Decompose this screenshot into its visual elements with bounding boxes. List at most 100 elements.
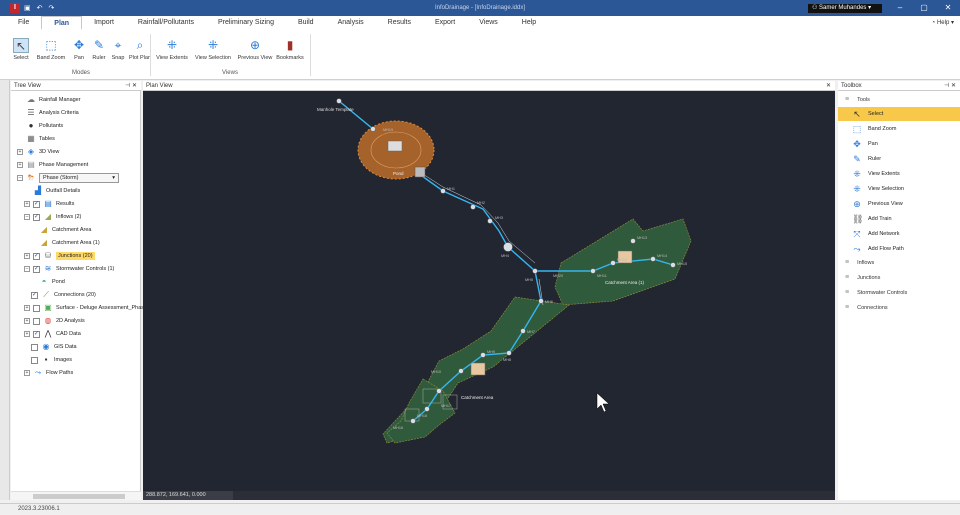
tree-item-results[interactable]: + ✓ ▤ Results <box>24 198 74 210</box>
toolbox-band-zoom[interactable]: ⬚ Band Zoom <box>838 122 960 136</box>
tree-item-3d-view[interactable]: + ◈ 3D View <box>17 146 59 158</box>
tree-item-gis-data[interactable]: ◉ GIS Data <box>31 341 77 353</box>
toolbox-view-extents[interactable]: ⁜ View Extents <box>838 167 960 181</box>
toolbox-previous-view[interactable]: ⊕ Previous View <box>838 197 960 211</box>
view-extents-button[interactable]: ⁜ View Extents <box>154 38 190 61</box>
expand-icon[interactable]: + <box>24 253 30 259</box>
checkbox[interactable]: ✓ <box>33 265 40 273</box>
tree-item-surface[interactable]: + ▣ Surface - Deluge Assessment_Phas <box>24 302 144 314</box>
collapse-icon[interactable]: – <box>24 266 30 272</box>
tool-label: Previous View <box>868 201 903 207</box>
expand-icon[interactable]: + <box>17 162 23 168</box>
checkbox[interactable]: ✓ <box>33 330 40 338</box>
help-link[interactable]: ◔ Help ▾ <box>932 19 954 26</box>
toolbox-add-flow-path[interactable]: ⤳ Add Flow Path <box>838 242 960 256</box>
scrollbar-thumb[interactable] <box>33 494 125 499</box>
close-icon[interactable]: ✕ <box>826 81 831 91</box>
expand-icon[interactable]: + <box>24 318 30 324</box>
toolbox-ruler[interactable]: ✎ Ruler <box>838 152 960 166</box>
toolbox-add-train[interactable]: ⛓ Add Train <box>838 212 960 226</box>
menu-results[interactable]: Results <box>376 16 423 30</box>
expand-icon[interactable]: + <box>24 305 30 311</box>
plan-view-canvas[interactable]: Manhole Template Pond Catchment Area (1)… <box>143 91 835 500</box>
select-button[interactable]: ↖ Select <box>10 38 32 61</box>
checkbox[interactable]: ✓ <box>33 200 40 208</box>
tree-item-stormwater-controls[interactable]: – ✓ ≋ Stormwater Controls (1) <box>24 263 114 275</box>
save-icon[interactable]: ▣ <box>24 4 31 12</box>
tree-item-tables[interactable]: ▦ Tables <box>26 133 55 145</box>
menu-rainfall-pollutants[interactable]: Rainfall/Pollutants <box>126 16 206 30</box>
toolbox-view-selection[interactable]: ⁜ View Selection <box>838 182 960 196</box>
outfall-structure[interactable] <box>414 166 426 178</box>
redo-icon[interactable]: ↷ <box>49 4 55 12</box>
band-zoom-button[interactable]: ⬚ Band Zoom <box>36 38 66 61</box>
menu-views[interactable]: Views <box>467 16 510 30</box>
menu-preliminary-sizing[interactable]: Preliminary Sizing <box>206 16 286 30</box>
ribbon-separator <box>150 34 151 76</box>
expand-icon[interactable]: + <box>24 331 30 337</box>
tree-item-pond[interactable]: ◓ Pond <box>39 276 65 288</box>
tree-item-phase-management[interactable]: + ▤ Phase Management <box>17 159 88 171</box>
collapse-icon[interactable]: – <box>24 214 30 220</box>
phase-dropdown[interactable]: Phase (Storm) ▾ <box>39 173 119 183</box>
pan-button[interactable]: ✥ Pan <box>68 38 90 61</box>
menu-file[interactable]: File <box>6 16 41 30</box>
tree-item-rainfall-manager[interactable]: ☁ Rainfall Manager <box>26 94 81 106</box>
tree-item-images[interactable]: ▪ Images <box>31 354 72 366</box>
manhole-template-label: Manhole Template <box>317 107 354 112</box>
toolbox-select[interactable]: ↖ Select <box>838 107 960 121</box>
tree-item-flow-paths[interactable]: + ⤳ Flow Paths <box>24 367 73 379</box>
tree-item-2d-analysis[interactable]: + ◍ 2D Analysis <box>24 315 85 327</box>
checkbox[interactable] <box>33 304 40 312</box>
user-account-menu[interactable]: ⚇ Samer Muhandes ▾ <box>808 4 882 13</box>
checkbox[interactable]: ✓ <box>31 291 38 299</box>
tree-item-cad-data[interactable]: + ✓ ⋀ CAD Data <box>24 328 81 340</box>
toolbox-add-network[interactable]: ⤧ Add Network <box>838 227 960 241</box>
undo-icon[interactable]: ↶ <box>37 4 43 12</box>
previous-view-button[interactable]: ⊕ Previous View <box>236 38 274 61</box>
expand-icon[interactable]: + <box>24 201 30 207</box>
tree-item-outfall-details[interactable]: ▟ Outfall Details <box>33 185 80 197</box>
bookmarks-button[interactable]: ▮ Bookmarks <box>274 38 306 61</box>
menu-help[interactable]: Help <box>510 16 548 30</box>
tree-item-analysis-criteria[interactable]: ☰ Analysis Criteria <box>26 107 78 119</box>
view-selection-button[interactable]: ⁜ View Selection <box>192 38 234 61</box>
node-label: MH9 <box>487 350 495 354</box>
tree-item-connections[interactable]: ✓ ⟋ Connections (20) <box>31 289 96 301</box>
tree-item-label: Catchment Area (1) <box>52 240 100 246</box>
tree-item-pollutants[interactable]: ● Pollutants <box>26 120 64 132</box>
toolbox-pan[interactable]: ✥ Pan <box>838 137 960 151</box>
pin-close-icon[interactable]: ⊣ ✕ <box>944 81 956 91</box>
checkbox[interactable] <box>31 343 38 351</box>
tree-item-inflows[interactable]: – ✓ ◢ Inflows (2) <box>24 211 81 223</box>
menu-build[interactable]: Build <box>286 16 326 30</box>
minimize-icon[interactable]: – <box>888 0 912 16</box>
tree-horizontal-scrollbar[interactable] <box>11 491 141 500</box>
toolbox-category-tools[interactable]: ≡ Tools <box>838 92 960 107</box>
expand-icon[interactable]: + <box>24 370 30 376</box>
toolbox-category-junctions[interactable]: ≡ Junctions <box>838 270 960 285</box>
tree-item-catchment-area[interactable]: ◢ Catchment Area <box>39 224 92 236</box>
tree-item-junctions[interactable]: + ✓ ⛁ Junctions (20) <box>24 250 95 262</box>
menu-analysis[interactable]: Analysis <box>326 16 376 30</box>
checkbox[interactable]: ✓ <box>33 213 40 221</box>
checkbox[interactable]: ✓ <box>33 252 40 260</box>
checkbox[interactable] <box>31 356 38 364</box>
menu-import[interactable]: Import <box>82 16 126 30</box>
menu-plan[interactable]: Plan <box>41 16 83 30</box>
pin-close-icon[interactable]: ⊣ ✕ <box>125 81 137 91</box>
toolbox-category-inflows[interactable]: ≡ Inflows <box>838 255 960 270</box>
close-icon[interactable]: ✕ <box>936 0 960 16</box>
tree-item-catchment-area-1[interactable]: ◢ Catchment Area (1) <box>39 237 100 249</box>
ribbon: ↖ Select ⬚ Band Zoom ✥ Pan ✎ Ruler ⌖ Snap ⌕ Pl… <box>0 30 960 80</box>
toolbox-category-stormwater-controls[interactable]: ≡ Stormwater Controls <box>838 285 960 300</box>
tree-item-phase-select[interactable]: – ⛈ Phase (Storm) ▾ <box>17 172 119 184</box>
network-drawing[interactable]: Manhole Template Pond Catchment Area (1)… <box>143 91 835 500</box>
maximize-icon[interactable]: ▢ <box>912 0 936 16</box>
expand-icon[interactable]: + <box>17 149 23 155</box>
toolbox-category-connections[interactable]: ≡ Connections <box>838 300 960 315</box>
toolbox-title: Toolbox <box>841 83 862 89</box>
checkbox[interactable] <box>33 317 40 325</box>
collapse-icon[interactable]: – <box>17 175 23 181</box>
menu-export[interactable]: Export <box>423 16 467 30</box>
